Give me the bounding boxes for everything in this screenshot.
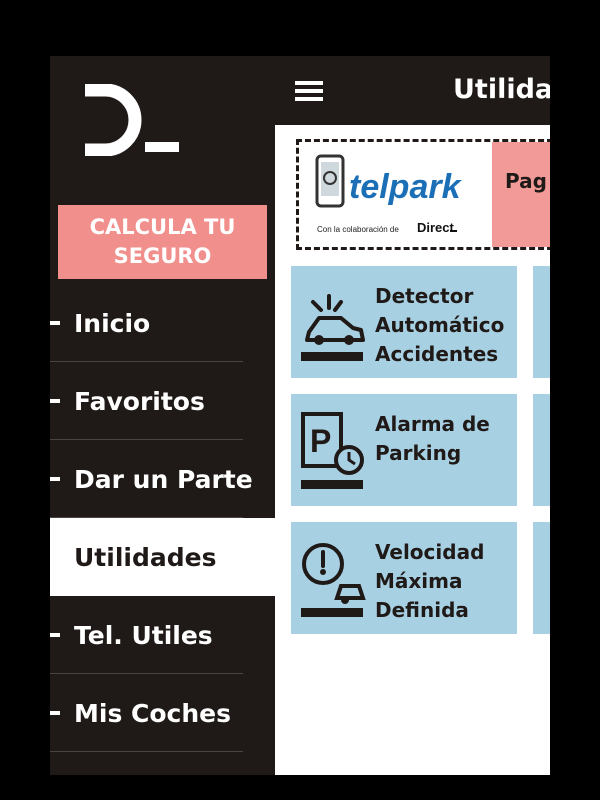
dash-bullet <box>50 633 60 637</box>
main-content: Utilidad telpark Con la colaboración de … <box>275 56 550 775</box>
dash-bullet <box>50 711 60 715</box>
dash-bullet <box>50 399 60 403</box>
app-screen: CALCULA TU SEGURO Inicio Favoritos Dar u… <box>50 56 550 775</box>
sidebar-item-inicio[interactable]: Inicio <box>50 284 275 362</box>
tile-partial-3[interactable] <box>533 522 550 634</box>
tile-partial-1[interactable] <box>533 266 550 378</box>
sidebar-item-label: Favoritos <box>74 386 205 416</box>
speedometer-car-icon <box>301 543 366 617</box>
telpark-logo: telpark Con la colaboración de Direct <box>315 154 463 235</box>
dash-bullet <box>50 321 60 325</box>
pay-label: Pag <box>505 169 547 193</box>
dash-bullet <box>50 555 60 559</box>
tile-parking-alarm[interactable]: P Alarma de Parking <box>291 394 517 506</box>
telpark-banner[interactable]: telpark Con la colaboración de Direct Pa… <box>296 139 550 250</box>
tile-max-speed[interactable]: Velocidad Máxima Definida <box>291 522 517 634</box>
page-title: Utilidad <box>453 74 550 105</box>
tile-accident-detector[interactable]: Detector Automático Accidentes <box>291 266 517 378</box>
cta-line-1: CALCULA TU <box>89 215 236 239</box>
app-logo <box>85 84 179 156</box>
top-bar: Utilidad <box>275 56 550 125</box>
collab-text: Con la colaboración de <box>317 225 399 234</box>
sidebar-nav: Inicio Favoritos Dar un Parte Utilidades… <box>50 284 275 752</box>
tile-label: Velocidad Máxima Definida <box>375 540 485 622</box>
parking-alarm-icon: P <box>301 412 364 489</box>
calculate-insurance-button[interactable]: CALCULA TU SEGURO <box>58 205 267 279</box>
sidebar-item-label: Tel. Utiles <box>74 620 213 650</box>
telpark-brand-text: telpark <box>349 168 463 206</box>
dash-bullet <box>50 477 60 481</box>
tile-label: Alarma de Parking <box>375 412 490 465</box>
car-crash-icon <box>301 294 365 361</box>
tile-partial-2[interactable] <box>533 394 550 506</box>
sidebar-item-label: Mis Coches <box>74 698 232 728</box>
svg-text:P: P <box>310 423 331 459</box>
sidebar-item-favoritos[interactable]: Favoritos <box>50 362 275 440</box>
sidebar-item-utilidades[interactable]: Utilidades <box>50 518 275 596</box>
sidebar-item-dar-un-parte[interactable]: Dar un Parte <box>50 440 275 518</box>
sidebar-item-tel-utiles[interactable]: Tel. Utiles <box>50 596 275 674</box>
sidebar-item-label: Dar un Parte <box>74 464 253 494</box>
partner-text: Direct <box>417 220 455 235</box>
tile-label: Detector Automático Accidentes <box>375 284 505 366</box>
cta-line-2: SEGURO <box>113 244 212 268</box>
sidebar-item-label: Inicio <box>74 308 151 338</box>
sidebar-item-mis-coches[interactable]: Mis Coches <box>50 674 275 752</box>
sidebar: CALCULA TU SEGURO Inicio Favoritos Dar u… <box>50 56 275 775</box>
hamburger-menu-icon[interactable] <box>295 81 323 101</box>
pay-button[interactable]: Pag <box>492 142 550 247</box>
sidebar-item-label: Utilidades <box>74 542 217 572</box>
